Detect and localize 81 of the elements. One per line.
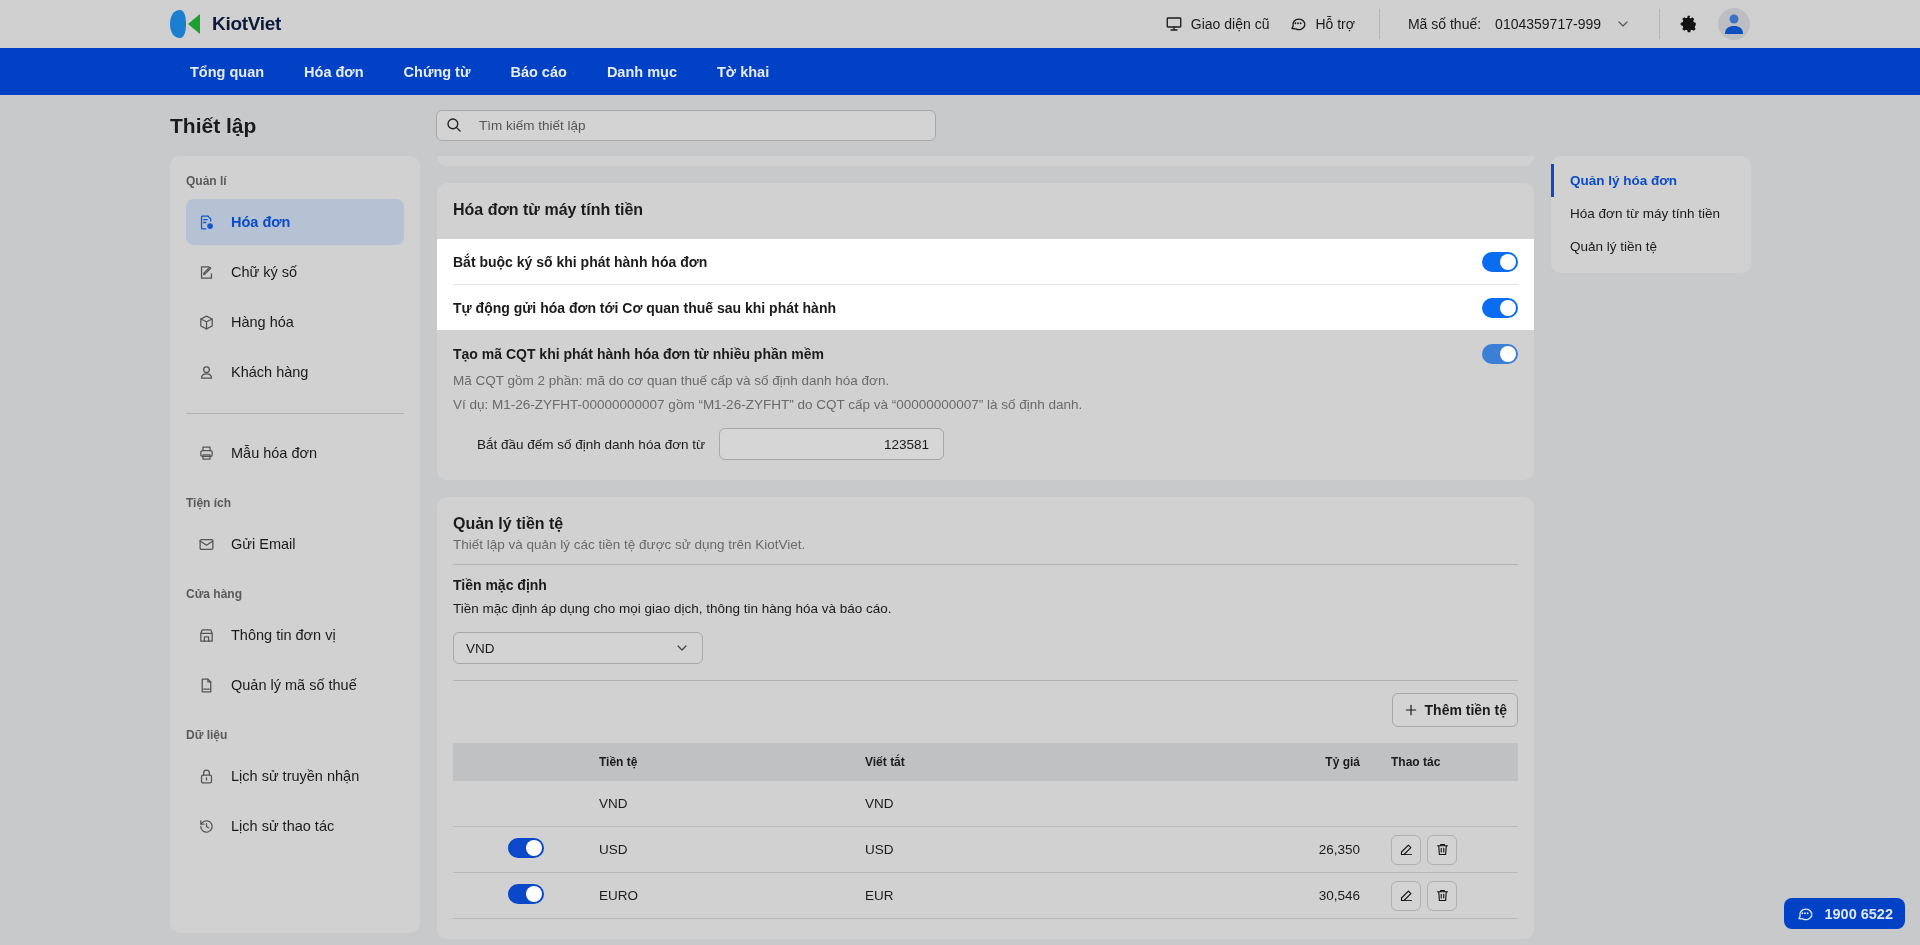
lock-icon <box>198 767 215 785</box>
currency-select[interactable]: VND <box>453 632 703 664</box>
toc-link[interactable]: Hóa đơn từ máy tính tiền <box>1551 197 1751 230</box>
page-title: Thiết lập <box>170 113 258 138</box>
user-avatar[interactable] <box>1718 8 1750 40</box>
add-currency-button[interactable]: Thêm tiền tệ <box>1391 693 1518 727</box>
table-cell: USD <box>865 842 894 857</box>
monitor-icon <box>1164 15 1183 33</box>
search-field[interactable]: Tìm kiếm thiết lập <box>436 110 936 141</box>
table-cell: EUR <box>865 888 894 903</box>
edit-button[interactable] <box>1391 880 1421 911</box>
sidebar-item[interactable]: Lịch sử truyền nhận <box>186 753 404 799</box>
sidebar-item[interactable]: Chữ ký số <box>186 249 404 295</box>
toggle-switch[interactable] <box>1482 297 1518 318</box>
setting-description: Ví dụ: M1-26-ZYFHT-00000000007 gồm “M1-26-ZYFHT” do CQT cấp và “00000000007” là số định danh. <box>453 397 1084 412</box>
table-cell: USD <box>599 842 628 857</box>
old-interface-link[interactable]: Giao diện cũ <box>1164 15 1270 33</box>
column-header: Viết tắt <box>865 755 905 769</box>
table-cell: 26,350 <box>1318 842 1360 857</box>
delete-button[interactable] <box>1427 880 1457 911</box>
nav-tab[interactable]: Danh mục <box>606 63 677 80</box>
pencil-icon <box>1398 888 1414 903</box>
table-cell: 30,546 <box>1318 888 1360 903</box>
section-subtitle: Thiết lập và quản lý các tiền tệ được sử dụng trên KiotViet. <box>453 537 807 552</box>
subsection-description: Tiền mặc định áp dụng cho mọi giao dịch, thông tin hàng hóa và báo cáo. <box>453 601 893 616</box>
setting-label: Tạo mã CQT khi phát hành hóa đơn từ nhiều phần mềm <box>453 346 824 362</box>
table-cell: VND <box>599 796 628 811</box>
nav-tab[interactable]: Chứng từ <box>403 63 471 80</box>
section-title: Quản lý tiền tệ <box>453 515 565 533</box>
group-title: Quản lí <box>186 173 228 188</box>
subsection-title: Tiền mặc định <box>453 577 548 593</box>
group-title: Dữ liệu <box>186 727 229 742</box>
toc-link[interactable]: Quản lý hóa đơn <box>1551 164 1751 197</box>
toc-link[interactable]: Quản lý tiền tệ <box>1551 230 1751 263</box>
table-cell: VND <box>865 796 894 811</box>
tax-code-selector[interactable]: Mã số thuế: 0104359717-999 <box>1407 16 1631 32</box>
signature-icon <box>198 263 215 281</box>
setting-description: Mã CQT gồm 2 phần: mã do cơ quan thuế cấp và số định danh hóa đơn. <box>453 373 891 388</box>
setting-label: Bắt buộc ký số khi phát hành hóa đơn <box>453 253 708 270</box>
input-field[interactable]: 123581 <box>719 428 945 460</box>
toggle-switch[interactable] <box>507 838 544 858</box>
logo-text: KiotViet <box>212 13 282 35</box>
box-icon <box>198 313 215 331</box>
nav-tab[interactable]: Tổng quan <box>190 63 265 80</box>
user-icon <box>198 363 215 381</box>
section-title: Hóa đơn từ máy tính tiền <box>453 201 645 219</box>
invoice-icon <box>198 213 215 231</box>
nav-tab[interactable]: Báo cáo <box>510 63 567 80</box>
pencil-icon <box>1398 842 1414 857</box>
column-header: Tiền tệ <box>599 755 638 769</box>
nav-tab[interactable]: Tờ khai <box>716 63 770 80</box>
sidebar-item[interactable]: Quản lý mã số thuế <box>186 662 404 708</box>
sidebar-item[interactable]: Thông tin đơn vị <box>186 612 404 658</box>
setting-label: Tự động gửi hóa đơn tới Cơ quan thuế sau khi phát hành <box>453 299 836 316</box>
sidebar-item[interactable]: Lịch sử thao tác <box>186 803 404 849</box>
sidebar-item[interactable]: Gửi Email <box>186 521 404 567</box>
edit-button[interactable] <box>1391 834 1421 865</box>
hotline-button[interactable]: 1900 6522 <box>1784 898 1905 929</box>
delete-button[interactable] <box>1427 834 1457 865</box>
sidebar-item[interactable]: Khách hàng <box>186 349 404 395</box>
field-label: Bắt đầu đếm số định danh hóa đơn từ <box>477 436 706 452</box>
history-icon <box>198 817 215 835</box>
toggle-switch[interactable] <box>507 884 544 904</box>
settings-icon[interactable] <box>1680 15 1698 33</box>
trash-icon <box>1434 888 1450 903</box>
support-link[interactable]: Hỗ trợ <box>1289 15 1355 33</box>
column-header: Tỷ giá <box>1325 755 1360 769</box>
search-icon <box>445 116 463 134</box>
toggle-switch[interactable] <box>1482 344 1518 364</box>
store-icon <box>198 626 215 644</box>
group-title: Tiện ích <box>186 495 233 510</box>
trash-icon <box>1434 842 1450 857</box>
table-cell: EURO <box>599 888 638 903</box>
printer-icon <box>198 444 215 462</box>
sidebar-item[interactable]: Mẫu hóa đơn <box>186 430 404 476</box>
group-title: Cửa hàng <box>186 586 244 601</box>
sidebar-item[interactable]: Hàng hóa <box>186 299 404 345</box>
toggle-switch[interactable] <box>1482 251 1518 272</box>
column-header: Thao tác <box>1391 755 1441 769</box>
sidebar-item[interactable]: Hóa đơn <box>186 199 404 245</box>
nav-tab[interactable]: Hóa đơn <box>304 63 364 80</box>
